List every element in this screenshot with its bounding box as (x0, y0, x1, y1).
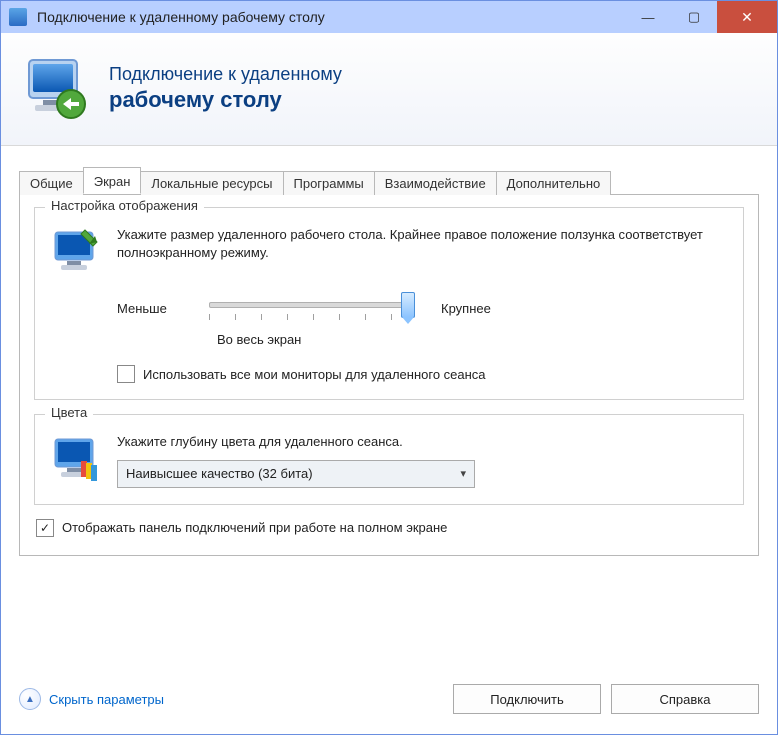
use-all-monitors-row: Использовать все мои мониторы для удален… (117, 365, 727, 383)
colors-desc: Укажите глубину цвета для удаленного сеа… (117, 433, 727, 451)
rdp-window: Подключение к удаленному рабочему столу … (0, 0, 778, 735)
tab-programs[interactable]: Программы (283, 171, 375, 195)
tab-advanced[interactable]: Дополнительно (496, 171, 612, 195)
banner-title: Подключение к удаленному рабочему столу (109, 63, 342, 115)
display-config-group: Настройка отображения Укажите размер уда… (34, 207, 744, 400)
monitor-size-icon (51, 226, 103, 278)
chevron-up-icon: ▲ (19, 688, 41, 710)
slider-min-label: Меньше (117, 301, 197, 316)
connect-button[interactable]: Подключить (453, 684, 601, 714)
tab-general[interactable]: Общие (19, 171, 84, 195)
slider-ticks (209, 314, 411, 320)
banner-line2: рабочему столу (109, 86, 342, 115)
window-title: Подключение к удаленному рабочему столу (37, 9, 625, 25)
footer: ▲ Скрыть параметры Подключить Справка (1, 670, 777, 734)
slider-thumb[interactable] (401, 292, 415, 318)
banner-line1: Подключение к удаленному (109, 63, 342, 86)
slider-track (209, 302, 411, 308)
maximize-button[interactable]: ▢ (671, 1, 717, 33)
minimize-button[interactable]: — (625, 1, 671, 33)
tab-display[interactable]: Экран (83, 167, 142, 194)
color-depth-combo[interactable]: Наивысшее качество (32 бита) ▾ (117, 460, 475, 488)
show-connection-bar-row: Отображать панель подключений при работе… (36, 519, 744, 537)
content-area: Общие Экран Локальные ресурсы Программы … (1, 146, 777, 670)
colors-legend: Цвета (45, 405, 93, 420)
header-banner: Подключение к удаленному рабочему столу (1, 33, 777, 146)
hide-options-link[interactable]: ▲ Скрыть параметры (19, 688, 164, 710)
tab-panel-display: Настройка отображения Укажите размер уда… (19, 194, 759, 556)
use-all-monitors-checkbox[interactable] (117, 365, 135, 383)
display-config-legend: Настройка отображения (45, 198, 204, 213)
show-connection-bar-label: Отображать панель подключений при работе… (62, 520, 447, 535)
slider-value-label: Во весь экран (217, 332, 727, 347)
help-button[interactable]: Справка (611, 684, 759, 714)
close-button[interactable]: ✕ (717, 1, 777, 33)
color-depth-selected: Наивысшее качество (32 бита) (126, 466, 313, 481)
tab-strip: Общие Экран Локальные ресурсы Программы … (19, 166, 759, 194)
colors-group: Цвета Укажите глубину ц (34, 414, 744, 504)
window-buttons: — ▢ ✕ (625, 1, 777, 33)
chevron-down-icon: ▾ (460, 467, 466, 480)
use-all-monitors-label: Использовать все мои мониторы для удален… (143, 367, 486, 382)
color-depth-icon (51, 433, 103, 485)
display-config-desc: Укажите размер удаленного рабочего стола… (117, 226, 727, 262)
slider-max-label: Крупнее (441, 301, 491, 316)
tab-local-res[interactable]: Локальные ресурсы (140, 171, 283, 195)
rdp-icon (25, 56, 91, 122)
title-bar: Подключение к удаленному рабочему столу … (1, 1, 777, 33)
hide-options-label: Скрыть параметры (49, 692, 164, 707)
app-icon (9, 8, 27, 26)
tab-experience[interactable]: Взаимодействие (374, 171, 497, 195)
resolution-slider[interactable] (205, 292, 415, 324)
show-connection-bar-checkbox[interactable] (36, 519, 54, 537)
